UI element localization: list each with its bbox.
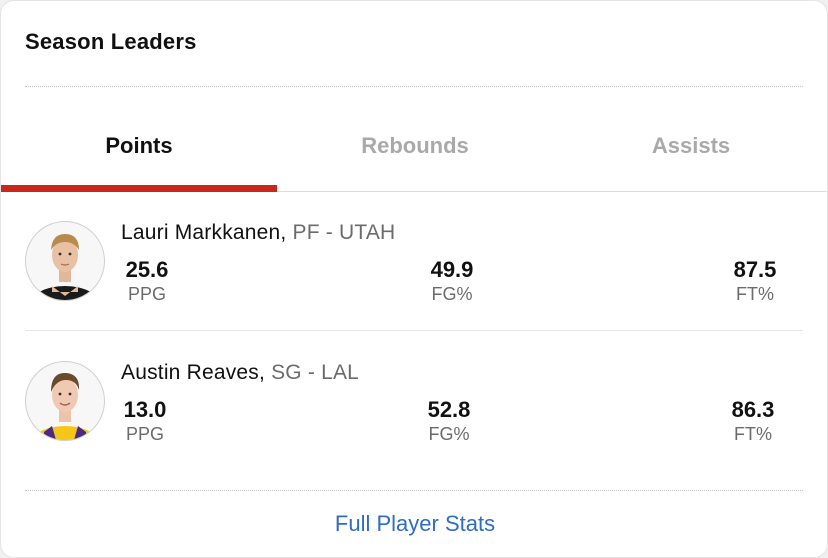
tab-rebounds-label: Rebounds (361, 133, 469, 158)
stat-value: 87.5 (733, 257, 777, 282)
full-player-stats-link[interactable]: Full Player Stats (1, 511, 827, 537)
season-leaders-card: Season Leaders Points Rebounds Assists L… (0, 0, 828, 558)
stat-label: FT% (734, 424, 772, 444)
stat-value: 86.3 (731, 397, 775, 422)
active-tab-indicator (1, 185, 277, 192)
stat-label: FG% (428, 424, 470, 444)
stat-ft-pct: 86.3 FT% (708, 397, 798, 445)
tab-assists[interactable]: Assists (553, 111, 827, 191)
stat-ft-pct: 87.5 FT% (710, 257, 800, 305)
stat-ppg: 13.0 PPG (100, 397, 190, 445)
tab-rebounds[interactable]: Rebounds (277, 111, 553, 191)
stat-ppg: 25.6 PPG (102, 257, 192, 305)
tab-points[interactable]: Points (1, 111, 277, 192)
player-headshot[interactable] (25, 361, 105, 441)
row-divider (25, 330, 803, 331)
stat-value: 52.8 (427, 397, 471, 422)
player-name[interactable]: Lauri Markkanen, (121, 221, 286, 244)
header-divider (25, 86, 803, 87)
footer-divider (25, 490, 803, 491)
leader-row[interactable]: Lauri Markkanen, PF - UTAH 25.6 PPG 49.9… (1, 221, 827, 321)
card-title: Season Leaders (25, 29, 197, 54)
stat-label: PPG (127, 284, 166, 304)
stat-fg-pct: 52.8 FG% (404, 397, 494, 445)
player-name[interactable]: Austin Reaves, (121, 361, 265, 384)
leader-row[interactable]: Austin Reaves, SG - LAL 13.0 PPG 52.8 FG… (1, 361, 827, 461)
tab-assists-label: Assists (651, 133, 731, 158)
stat-value: 13.0 (123, 397, 167, 422)
stat-label: FG% (431, 284, 473, 304)
player-position-team: PF - UTAH (292, 221, 396, 244)
leader-category-tabs: Points Rebounds Assists (1, 111, 827, 192)
stat-value: 49.9 (430, 257, 474, 282)
player-headshot[interactable] (25, 221, 105, 301)
tab-points-label: Points (105, 133, 173, 158)
stat-label: PPG (125, 424, 164, 444)
stat-fg-pct: 49.9 FG% (407, 257, 497, 305)
player-name-line[interactable]: Lauri Markkanen, PF - UTAH (121, 221, 395, 245)
player-name-line[interactable]: Austin Reaves, SG - LAL (121, 361, 359, 385)
player-position-team: SG - LAL (271, 361, 360, 384)
stat-label: FT% (736, 284, 774, 304)
stat-value: 25.6 (125, 257, 169, 282)
